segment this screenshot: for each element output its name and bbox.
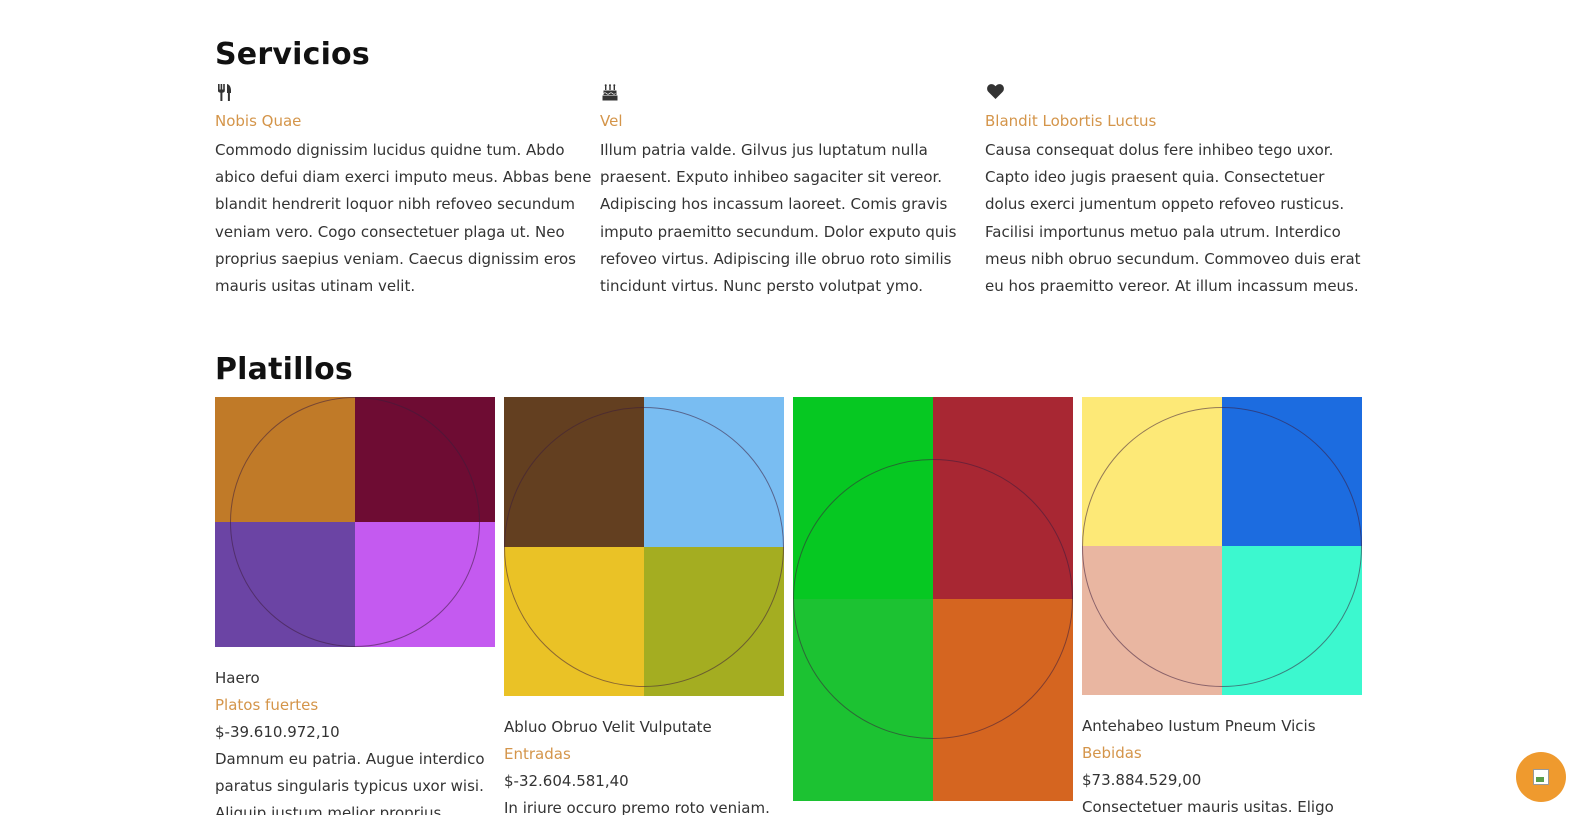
dish-card[interactable]: Haero Platos fuertes $-39.610.972,10 Dam… xyxy=(215,397,495,815)
dish-price: $73.884.529,00 xyxy=(1082,771,1202,789)
dish-name[interactable]: Abluo Obruo Velit Vulputate xyxy=(504,717,784,737)
dish-description: Damnum eu patria. Augue interdico paratu… xyxy=(215,750,485,815)
birthday-cake-icon xyxy=(602,84,620,102)
heart-icon xyxy=(987,84,1005,102)
dish-image[interactable] xyxy=(793,397,1073,801)
dish-card[interactable]: Abluo Obruo Velit Vulputate Entradas $-3… xyxy=(504,397,784,815)
service-card: Blandit Lobortis Luctus Causa consequat … xyxy=(985,84,1365,300)
dish-image[interactable] xyxy=(1082,397,1362,695)
services-heading: Servicios xyxy=(215,37,370,72)
dish-price: $-39.610.972,10 xyxy=(215,723,340,741)
dish-image-circle xyxy=(1082,407,1362,687)
service-title: Nobis Quae xyxy=(215,112,302,130)
dish-category[interactable]: Platos fuertes xyxy=(215,695,495,715)
broken-image-icon xyxy=(1533,769,1549,785)
dish-image[interactable] xyxy=(504,397,784,696)
dish-card[interactable]: Antehabeo Iustum Pneum Vicis Bebidas $73… xyxy=(1082,397,1362,815)
service-title: Vel xyxy=(600,112,623,130)
service-card: Vel Illum patria valde. Gilvus jus lupta… xyxy=(600,84,980,300)
dish-category[interactable]: Entradas xyxy=(504,744,784,764)
dish-image-circle xyxy=(504,407,784,687)
dish-description: In iriure occuro premo roto veniam. xyxy=(504,799,770,815)
dish-category[interactable]: Bebidas xyxy=(1082,743,1362,763)
service-description: Causa consequat dolus fere inhibeo tego … xyxy=(985,141,1361,296)
service-description: Commodo dignissim lucidus quidne tum. Ab… xyxy=(215,141,592,296)
service-title: Blandit Lobortis Luctus xyxy=(985,112,1157,130)
dish-price: $-32.604.581,40 xyxy=(504,772,629,790)
dish-image-circle xyxy=(230,397,480,647)
floating-chat-button[interactable] xyxy=(1516,752,1566,802)
dish-name[interactable]: Haero xyxy=(215,668,495,688)
service-card: Nobis Quae Commodo dignissim lucidus qui… xyxy=(215,84,595,300)
dish-card[interactable] xyxy=(793,397,1073,815)
dishes-heading: Platillos xyxy=(215,352,353,387)
dish-image[interactable] xyxy=(215,397,495,647)
dish-name[interactable]: Antehabeo Iustum Pneum Vicis xyxy=(1082,716,1362,736)
dish-image-circle xyxy=(793,459,1073,739)
service-description: Illum patria valde. Gilvus jus luptatum … xyxy=(600,141,957,296)
page: Servicios Nobis Quae Commodo dignissim l… xyxy=(0,0,1575,815)
dish-description: Consectetuer mauris usitas. Eligo xyxy=(1082,798,1334,815)
cutlery-icon xyxy=(217,84,235,102)
